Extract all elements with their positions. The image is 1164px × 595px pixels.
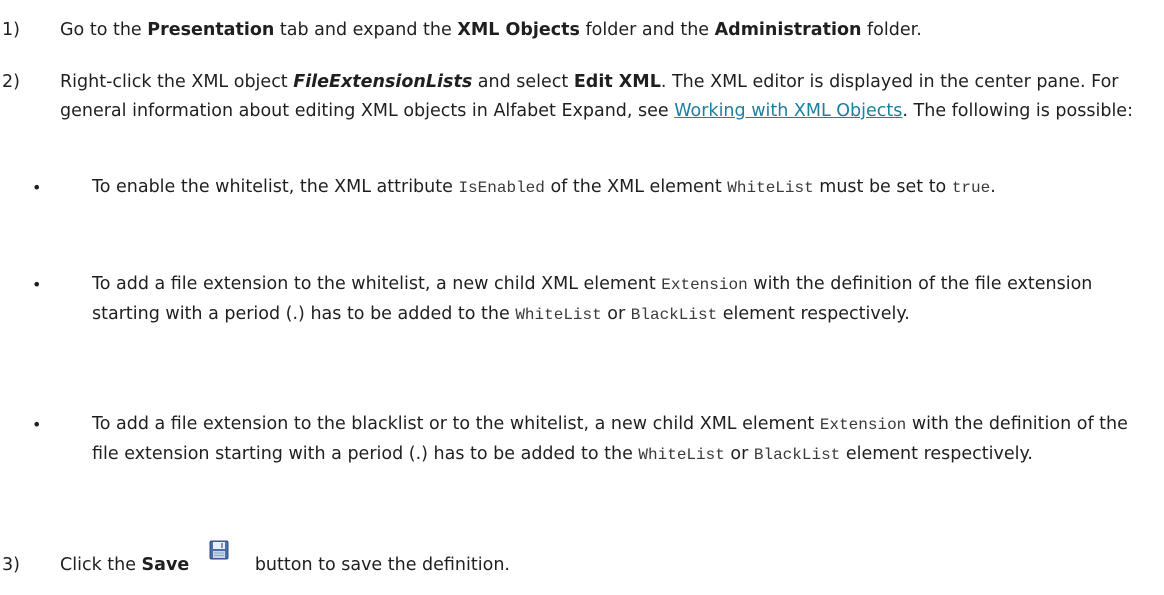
bold-term: XML Objects — [457, 20, 580, 40]
step-text: Go to the Presentation tab and expand th… — [60, 16, 1148, 45]
code-term: Extension — [819, 416, 907, 434]
text: folder and the — [579, 20, 715, 40]
text: element respectively. — [840, 444, 1033, 464]
text: element respectively. — [717, 304, 910, 324]
code-term: WhiteList — [638, 446, 725, 464]
text: of the XML element — [544, 177, 728, 197]
code-term: BlackList — [753, 446, 841, 464]
text: and select — [472, 72, 574, 92]
bullet-marker: • — [32, 415, 42, 434]
code-term: true — [951, 179, 991, 197]
step-text: Right-click the XML object FileExtension… — [60, 68, 1148, 126]
text: or — [601, 304, 631, 324]
text: Right-click the XML object — [60, 72, 294, 92]
text: . The following is possible: — [902, 101, 1133, 121]
text: button to save the definition. — [249, 555, 510, 575]
code-term: IsEnabled — [458, 179, 545, 197]
bullet-text: To add a file extension to the whitelist… — [92, 270, 1144, 330]
document-body: 1) Go to the Presentation tab and expand… — [0, 0, 1164, 595]
step-text: Click the Save button to save the defini… — [60, 540, 1148, 580]
bullet-marker: • — [32, 178, 42, 197]
step-number: 2) — [2, 72, 20, 92]
code-term: BlackList — [630, 306, 718, 324]
step-number: 1) — [2, 20, 20, 40]
code-term: WhiteList — [727, 179, 814, 197]
bold-term: Presentation — [147, 20, 275, 40]
step-number: 3) — [2, 555, 20, 575]
text: . — [990, 177, 996, 197]
text: To enable the whitelist, the XML attribu… — [92, 177, 459, 197]
bold-term: Edit XML — [573, 72, 661, 92]
text: Click the — [60, 555, 142, 575]
code-term: WhiteList — [515, 306, 602, 324]
text: To add a file extension to the blacklist… — [92, 414, 820, 434]
bullet-text: To enable the whitelist, the XML attribu… — [92, 173, 1144, 203]
bold-term: Save — [141, 555, 190, 575]
text: tab and expand the — [274, 20, 458, 40]
text: or — [724, 444, 754, 464]
text: folder. — [861, 20, 922, 40]
text: Go to the — [60, 20, 148, 40]
save-icon — [209, 540, 229, 560]
text: must be set to — [813, 177, 952, 197]
bullet-text: To add a file extension to the blacklist… — [92, 410, 1144, 470]
bullet-marker: • — [32, 275, 42, 294]
bold-term: Administration — [714, 20, 862, 40]
text: To add a file extension to the whitelist… — [92, 274, 662, 294]
code-term: Extension — [661, 276, 748, 294]
working-with-xml-objects-link[interactable]: Working with XML Objects — [674, 101, 902, 121]
xml-object-name: FileExtensionLists — [293, 72, 473, 92]
